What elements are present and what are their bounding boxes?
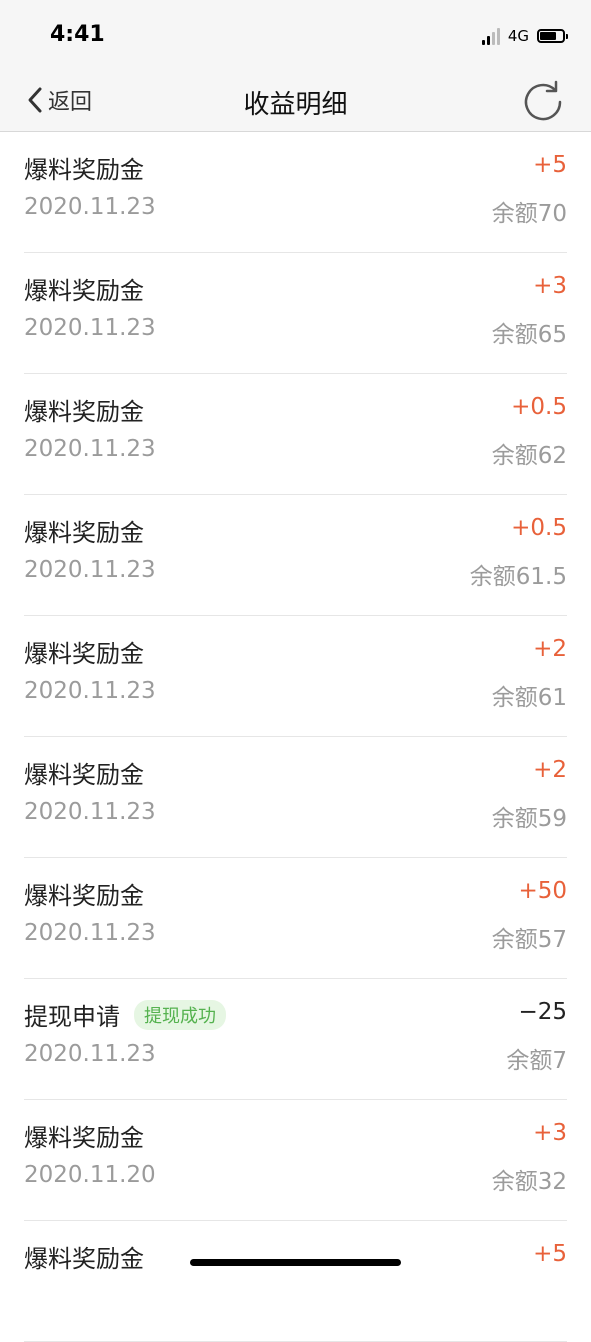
list-item[interactable]: 爆料奖励金 +2 2020.11.23 余额59 xyxy=(24,737,567,858)
status-badge: 提现成功 xyxy=(134,999,226,1030)
record-title-group: 爆料奖励金 xyxy=(24,755,144,790)
record-balance: 余额32 xyxy=(491,1169,567,1195)
record-title-group: 爆料奖励金 xyxy=(24,1118,144,1153)
record-balance: 余额65 xyxy=(491,322,567,348)
refresh-icon xyxy=(524,80,562,121)
record-title: 爆料奖励金 xyxy=(24,519,144,547)
record-date: 2020.11.20 xyxy=(24,1162,156,1188)
record-date: 2020.11.23 xyxy=(24,799,156,825)
record-title-group: 爆料奖励金 xyxy=(24,634,144,669)
record-date: 2020.11.23 xyxy=(24,436,156,462)
record-date: 2020.11.23 xyxy=(24,1041,156,1067)
status-time: 4:41 xyxy=(50,22,105,47)
record-amount: +5 xyxy=(533,1241,567,1267)
record-title: 爆料奖励金 xyxy=(24,1245,144,1273)
list-item[interactable]: 提现申请 提现成功 −25 2020.11.23 余额7 xyxy=(24,979,567,1100)
record-amount: +0.5 xyxy=(511,394,567,420)
record-title: 爆料奖励金 xyxy=(24,398,144,426)
status-bar: 4:41 4G xyxy=(0,0,591,70)
battery-icon xyxy=(537,29,568,43)
record-date: 2020.11.23 xyxy=(24,678,156,704)
cellular-signal-icon xyxy=(481,27,500,45)
record-balance: 余额61 xyxy=(491,685,567,711)
refresh-button[interactable] xyxy=(521,80,565,124)
earnings-list: 爆料奖励金 +5 2020.11.23 余额70 爆料奖励金 +3 2020.11.23 余额… xyxy=(0,132,591,1342)
record-title: 爆料奖励金 xyxy=(24,640,144,668)
record-title-group: 爆料奖励金 xyxy=(24,392,144,427)
list-item[interactable]: 爆料奖励金 +0.5 2020.11.23 余额61.5 xyxy=(24,495,567,616)
page-title: 收益明细 xyxy=(243,90,348,120)
record-title: 爆料奖励金 xyxy=(24,277,144,305)
navigation-bar: 返回 收益明细 xyxy=(0,70,591,132)
record-balance: 余额59 xyxy=(491,806,567,832)
record-amount: +3 xyxy=(533,1120,567,1146)
record-date: 2020.11.23 xyxy=(24,315,156,341)
record-amount: +3 xyxy=(533,273,567,299)
list-item[interactable]: 爆料奖励金 +5 xyxy=(24,1221,567,1342)
record-title-group: 提现申请 提现成功 xyxy=(24,997,226,1032)
record-balance: 余额7 xyxy=(506,1048,567,1074)
list-item[interactable]: 爆料奖励金 +3 2020.11.20 余额32 xyxy=(24,1100,567,1221)
record-amount: +0.5 xyxy=(511,515,567,541)
record-balance: 余额57 xyxy=(491,927,567,953)
status-indicators: 4G xyxy=(481,26,568,46)
record-amount: −25 xyxy=(518,999,567,1025)
record-balance: 余额70 xyxy=(491,201,567,227)
record-title-group: 爆料奖励金 xyxy=(24,150,144,185)
record-amount: +2 xyxy=(533,636,567,662)
record-title-group: 爆料奖励金 xyxy=(24,876,144,911)
record-date: 2020.11.23 xyxy=(24,557,156,583)
record-date: 2020.11.23 xyxy=(24,920,156,946)
list-item[interactable]: 爆料奖励金 +2 2020.11.23 余额61 xyxy=(24,616,567,737)
list-item[interactable]: 爆料奖励金 +5 2020.11.23 余额70 xyxy=(24,132,567,253)
network-type: 4G xyxy=(507,27,529,45)
record-title: 爆料奖励金 xyxy=(24,1124,144,1152)
home-indicator xyxy=(190,1259,401,1266)
record-amount: +2 xyxy=(533,757,567,783)
list-item[interactable]: 爆料奖励金 +0.5 2020.11.23 余额62 xyxy=(24,374,567,495)
record-amount: +50 xyxy=(518,878,567,904)
record-title: 爆料奖励金 xyxy=(24,156,144,184)
list-item[interactable]: 爆料奖励金 +3 2020.11.23 余额65 xyxy=(24,253,567,374)
record-title: 爆料奖励金 xyxy=(24,761,144,789)
record-title-group: 爆料奖励金 xyxy=(24,513,144,548)
record-title: 爆料奖励金 xyxy=(24,882,144,910)
record-title: 提现申请 xyxy=(24,1003,120,1031)
list-item[interactable]: 爆料奖励金 +50 2020.11.23 余额57 xyxy=(24,858,567,979)
record-balance: 余额61.5 xyxy=(469,564,567,590)
record-amount: +5 xyxy=(533,152,567,178)
record-balance: 余额62 xyxy=(491,443,567,469)
record-title-group: 爆料奖励金 xyxy=(24,1239,144,1274)
record-title-group: 爆料奖励金 xyxy=(24,271,144,306)
record-date: 2020.11.23 xyxy=(24,194,156,220)
